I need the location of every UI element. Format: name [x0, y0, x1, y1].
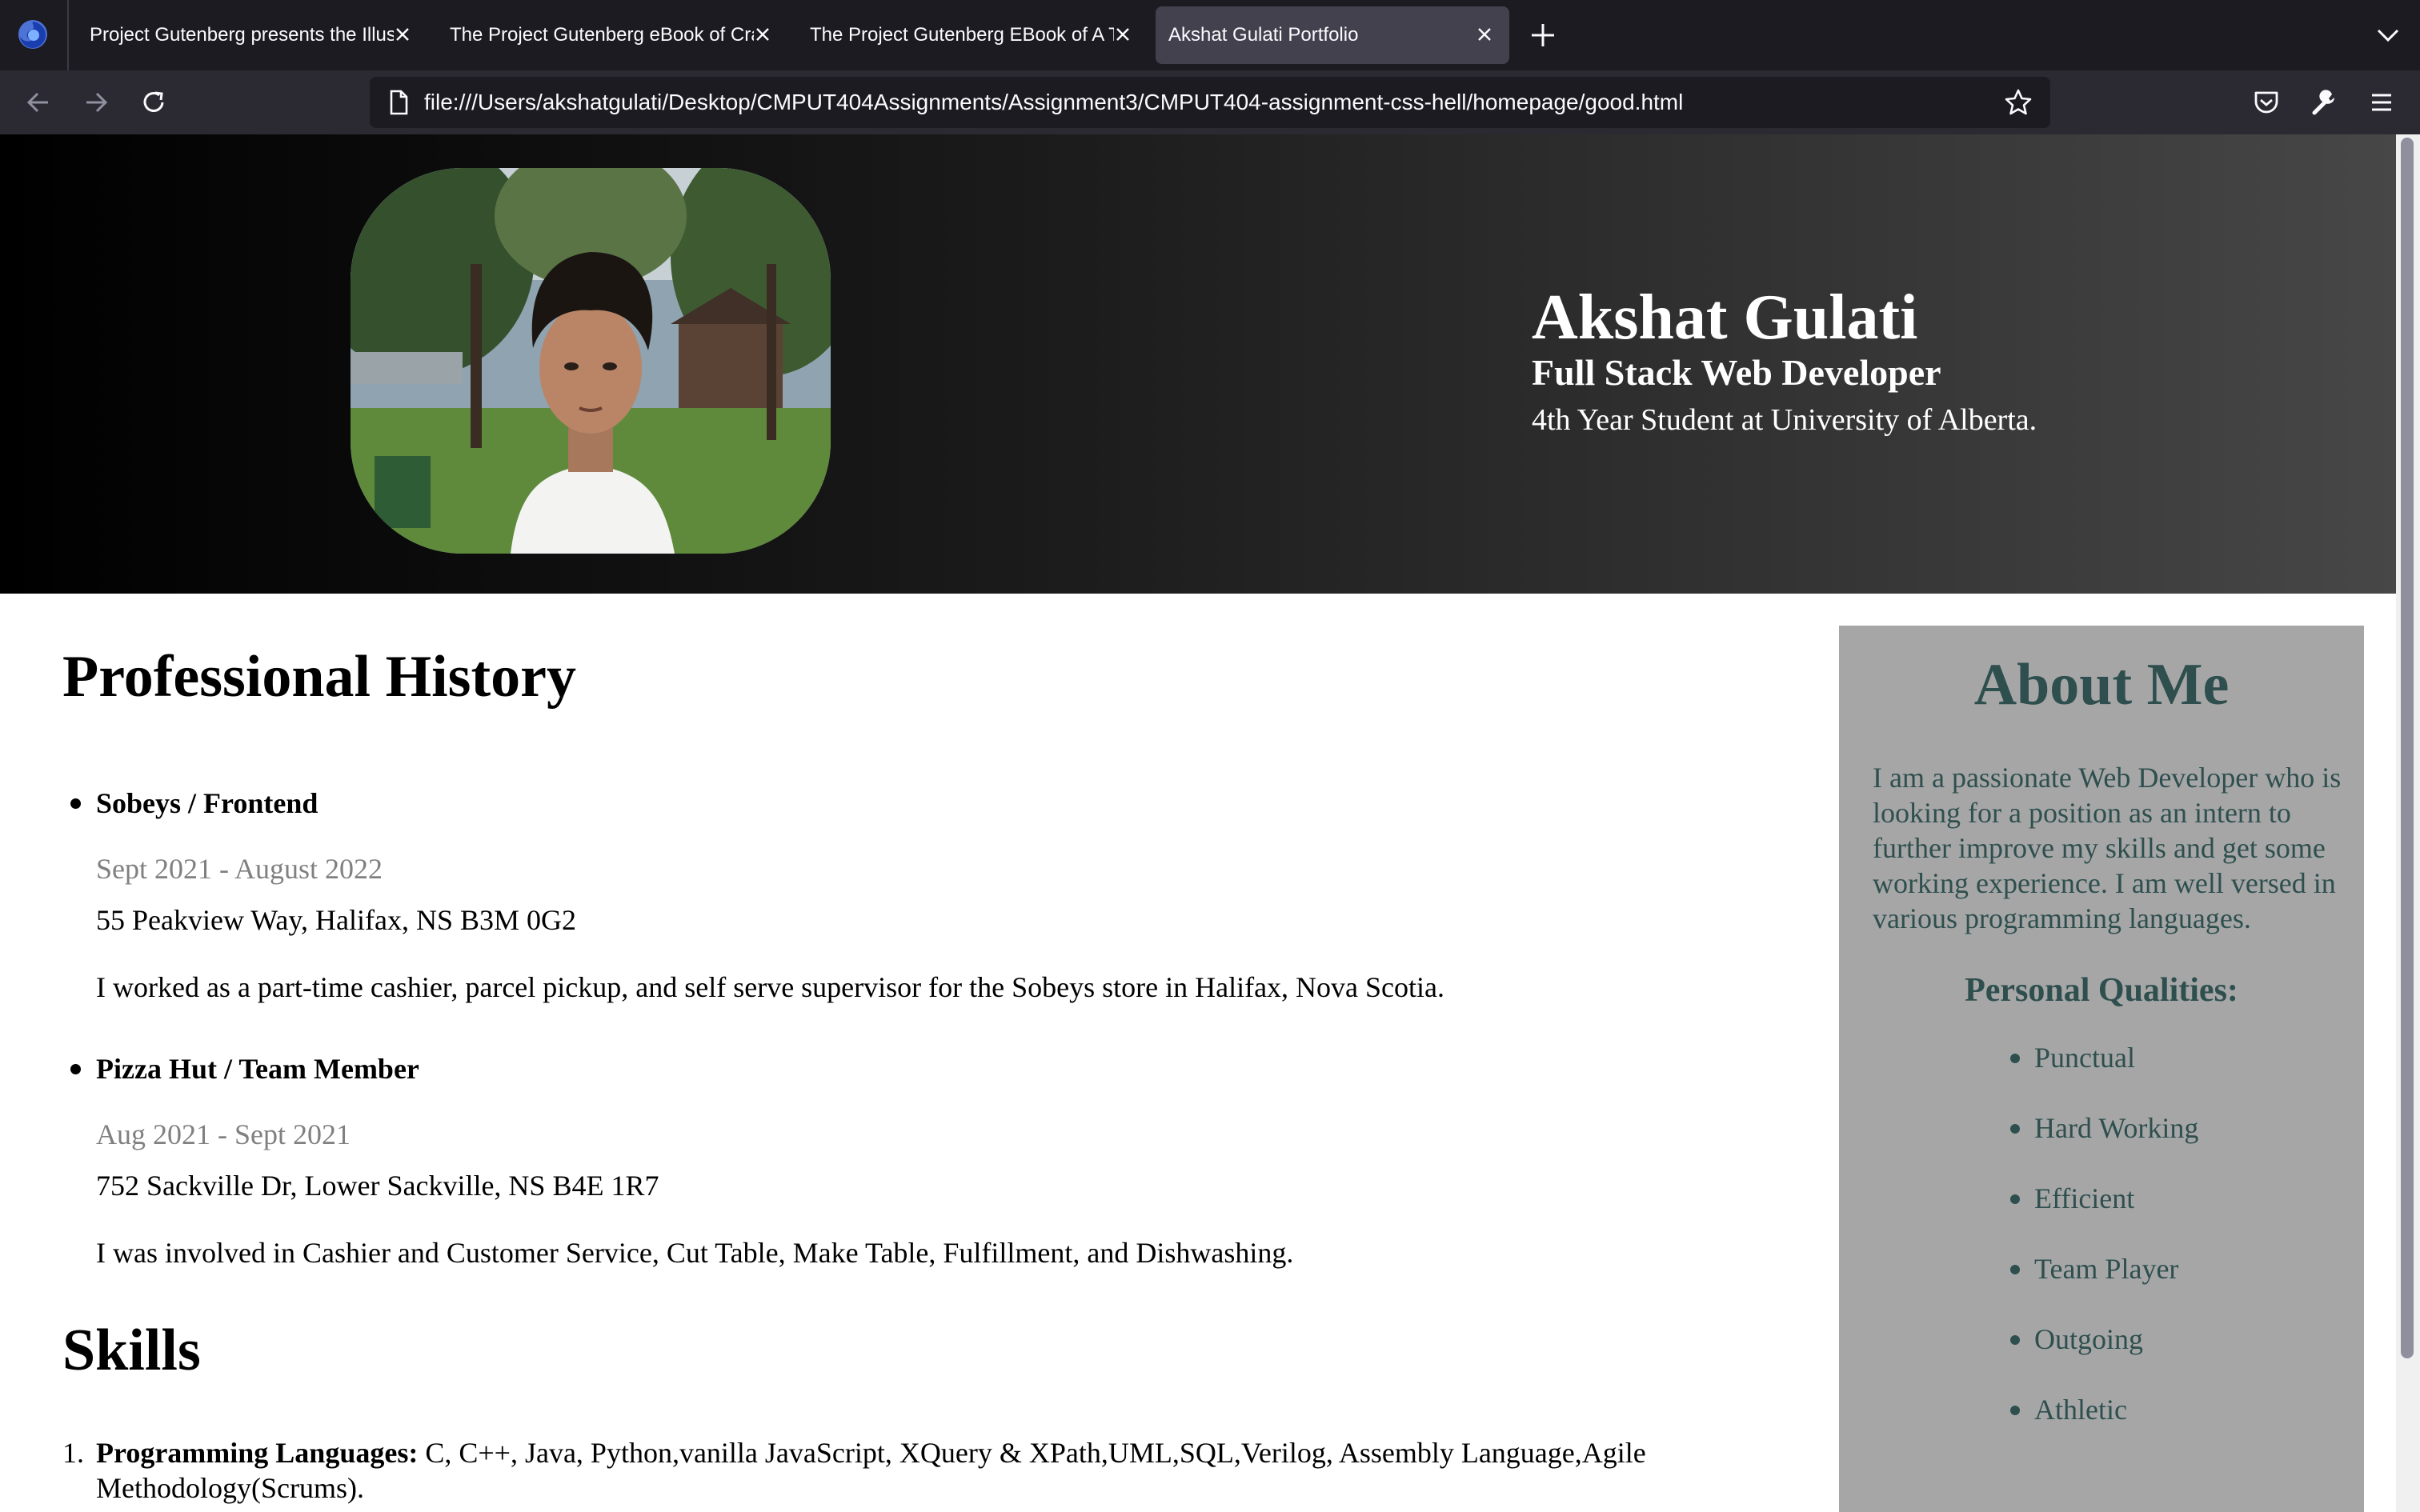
- bullet-icon: [2010, 1194, 2020, 1204]
- quality-label: Efficient: [2034, 1182, 2135, 1214]
- about-me-text: I am a passionate Web Developer who is l…: [1873, 762, 2342, 934]
- back-arrow-icon[interactable]: [22, 86, 54, 118]
- job-title-text: Sobeys / Frontend: [96, 787, 319, 819]
- chevron-down-icon[interactable]: [2374, 21, 2402, 50]
- wrench-icon[interactable]: [2308, 86, 2340, 118]
- url-text[interactable]: file:///Users/akshatgulati/Desktop/CMPUT…: [424, 77, 1683, 128]
- profile-photo: [351, 168, 831, 554]
- new-tab-plus-icon[interactable]: [1527, 19, 1559, 51]
- job-title: Sobeys / Frontend: [62, 786, 1743, 821]
- quality-label: Outgoing: [2034, 1323, 2144, 1355]
- hero-text-block: Akshat Gulati Full Stack Web Developer 4…: [1532, 283, 2037, 442]
- quality-label: Hard Working: [2034, 1112, 2199, 1144]
- scrollbar-thumb[interactable]: [2401, 138, 2414, 1358]
- job-title: Pizza Hut / Team Member: [62, 1051, 1743, 1086]
- job-entry-sobeys: Sobeys / Frontend Sept 2021 - August 202…: [62, 786, 1743, 1005]
- quality-item: Outgoing: [2010, 1322, 2144, 1357]
- bullet-icon: [2010, 1265, 2020, 1274]
- close-icon[interactable]: [752, 24, 773, 45]
- tab-title: The Project Gutenberg EBook of A T: [810, 24, 1114, 46]
- skill-number: 1.: [62, 1437, 84, 1469]
- job-description: I worked as a part-time cashier, parcel …: [96, 971, 1445, 1003]
- job-dates: Sept 2021 - August 2022: [96, 853, 383, 885]
- bullet-icon: [70, 798, 81, 809]
- close-icon[interactable]: [392, 24, 413, 45]
- bookmark-star-icon[interactable]: [2002, 86, 2034, 118]
- quality-label: Team Player: [2034, 1253, 2179, 1285]
- quality-item: Athletic: [2010, 1392, 2127, 1427]
- bullet-icon: [2010, 1124, 2020, 1134]
- bullet-icon: [70, 1064, 81, 1074]
- quality-label: Punctual: [2034, 1042, 2135, 1074]
- page-viewport: Akshat Gulati Full Stack Web Developer 4…: [0, 134, 2420, 1512]
- bullet-icon: [2010, 1054, 2020, 1063]
- job-address: 55 Peakview Way, Halifax, NS B3M 0G2: [96, 904, 577, 936]
- tab-1[interactable]: Project Gutenberg presents the Illus: [69, 6, 421, 64]
- page-icon: [390, 90, 408, 115]
- forward-arrow-icon[interactable]: [80, 86, 112, 118]
- hero-role: Full Stack Web Developer: [1532, 352, 1941, 393]
- bullet-icon: [2010, 1335, 2020, 1345]
- navigation-toolbar: file:///Users/akshatgulati/Desktop/CMPUT…: [0, 70, 2420, 134]
- tab-bar: Project Gutenberg presents the Illus The…: [0, 0, 2420, 70]
- skills-heading: Skills: [62, 1318, 201, 1383]
- close-icon[interactable]: [1474, 24, 1495, 45]
- quality-item: Team Player: [2010, 1251, 2179, 1286]
- pocket-icon[interactable]: [2250, 86, 2282, 118]
- tab-active[interactable]: Akshat Gulati Portfolio: [1156, 6, 1509, 64]
- job-dates: Aug 2021 - Sept 2021: [96, 1118, 351, 1150]
- quality-item: Efficient: [2010, 1181, 2135, 1216]
- job-address: 752 Sackville Dr, Lower Sackville, NS B4…: [96, 1170, 659, 1202]
- quality-item: Hard Working: [2010, 1110, 2199, 1146]
- tab-title: Akshat Gulati Portfolio: [1168, 24, 1359, 46]
- firefox-logo-icon[interactable]: [16, 18, 50, 51]
- main-content: Professional History Sobeys / Frontend S…: [0, 594, 1841, 1512]
- tab-title: Project Gutenberg presents the Illus: [90, 24, 394, 46]
- hero-banner: Akshat Gulati Full Stack Web Developer 4…: [0, 134, 2396, 594]
- personal-qualities-heading: Personal Qualities:: [1965, 972, 2238, 1009]
- skill-label: Programming Languages:: [96, 1437, 419, 1469]
- bullet-icon: [2010, 1406, 2020, 1415]
- close-icon[interactable]: [1112, 24, 1133, 45]
- professional-history-heading: Professional History: [62, 644, 576, 710]
- skills-list: 1. Programming Languages: C, C++, Java, …: [62, 1435, 1743, 1506]
- job-entry-pizza-hut: Pizza Hut / Team Member Aug 2021 - Sept …: [62, 1051, 1743, 1270]
- hero-subtitle: 4th Year Student at University of Albert…: [1532, 403, 2037, 437]
- job-description: I was involved in Cashier and Customer S…: [96, 1237, 1294, 1269]
- address-bar[interactable]: file:///Users/akshatgulati/Desktop/CMPUT…: [370, 77, 2050, 128]
- quality-item: Punctual: [2010, 1040, 2135, 1075]
- about-me-panel: About Me I am a passionate Web Developer…: [1839, 626, 2364, 1512]
- skill-item: Programming Languages: C, C++, Java, Pyt…: [62, 1435, 1743, 1506]
- job-title-text: Pizza Hut / Team Member: [96, 1053, 419, 1085]
- hamburger-menu-icon[interactable]: [2366, 86, 2398, 118]
- tab-title: The Project Gutenberg eBook of Cra: [450, 24, 754, 46]
- about-me-heading: About Me: [1973, 652, 2230, 718]
- quality-label: Athletic: [2034, 1394, 2127, 1426]
- reload-icon[interactable]: [138, 86, 170, 118]
- tab-2[interactable]: The Project Gutenberg eBook of Cra: [429, 6, 781, 64]
- hero-name: Akshat Gulati: [1532, 282, 1918, 353]
- tab-3[interactable]: The Project Gutenberg EBook of A T: [789, 6, 1141, 64]
